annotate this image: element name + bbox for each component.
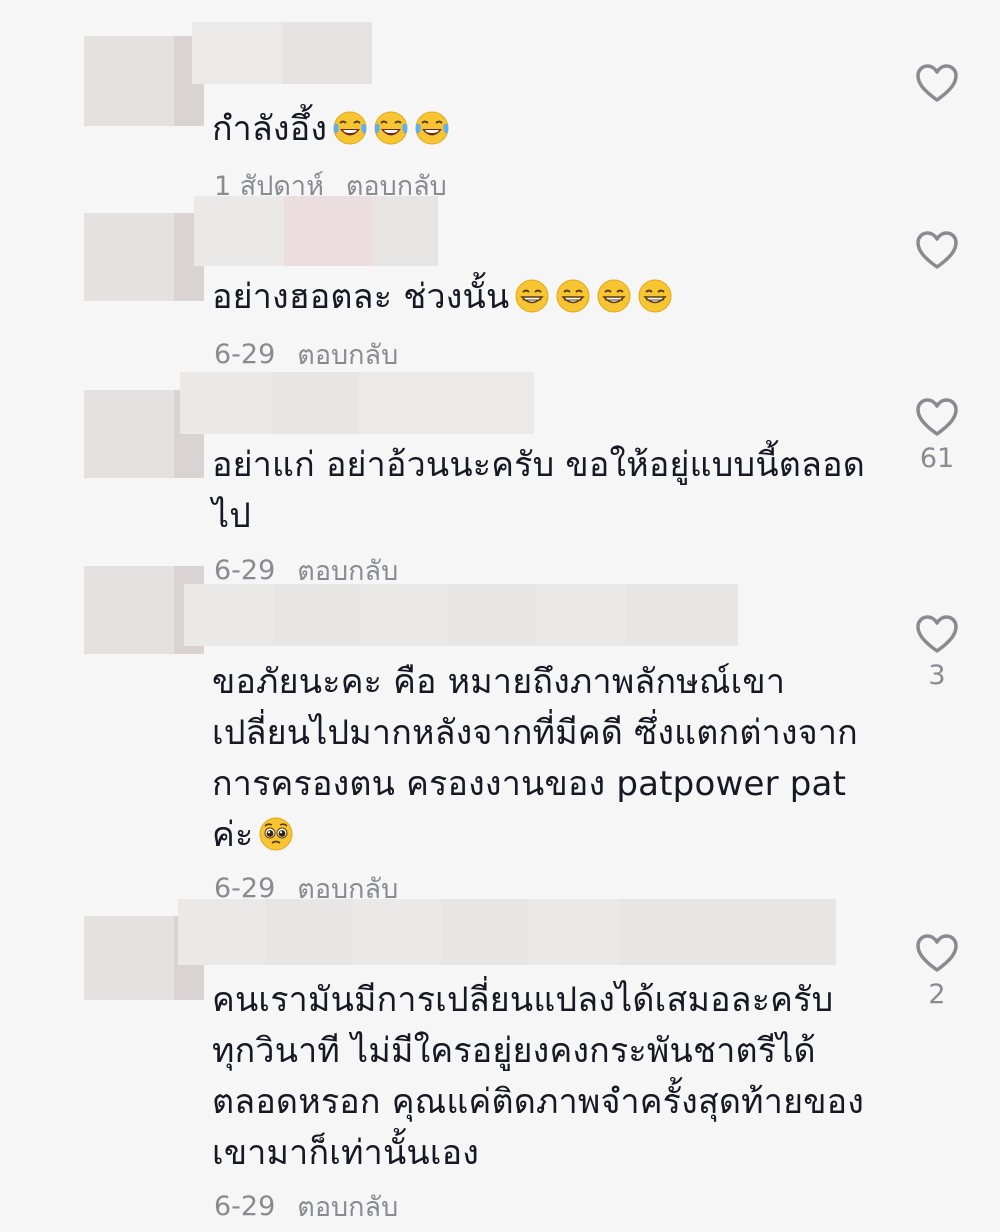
username-blurred[interactable] (184, 584, 738, 646)
comment-meta: 6-29 ตอบกลับ (214, 1185, 398, 1228)
heart-outline-icon[interactable] (915, 397, 959, 437)
pleading-emoji-icon (258, 816, 294, 852)
emoji-row (327, 109, 450, 149)
heart-outline-icon[interactable] (915, 614, 959, 654)
username-blurred[interactable] (192, 22, 372, 84)
reply-button[interactable]: ตอบกลับ (297, 333, 398, 376)
emoji-row (253, 815, 294, 855)
heart-outline-icon[interactable] (915, 230, 959, 270)
heart-outline-icon[interactable] (915, 63, 959, 103)
username-blurred[interactable] (178, 899, 836, 965)
heart-outline-icon[interactable] (915, 933, 959, 973)
like-button[interactable]: 2 (908, 933, 966, 1010)
like-button[interactable] (908, 63, 966, 109)
comment-text: ขอภัยนะคะ คือ หมายถึงภาพลักษณ์เขา เปลี่ย… (212, 662, 858, 855)
avatar[interactable] (84, 36, 204, 126)
grin-emoji-icon (555, 278, 591, 314)
laugh-cry-emoji-icon (332, 110, 368, 146)
comment-text: คนเรามันมีการเปลี่ยนแปลงได้เสมอละครับ ทุ… (212, 980, 865, 1173)
laugh-cry-emoji-icon (373, 110, 409, 146)
like-button[interactable]: 3 (908, 614, 966, 691)
username-blurred[interactable] (194, 196, 438, 266)
comment-time: 6-29 (214, 339, 276, 370)
like-count: 61 (919, 443, 955, 474)
like-button[interactable] (908, 230, 966, 276)
comment-text: อย่าแก่ อย่าอ้วนนะครับ ขอให้อยู่แบบนี้ตล… (212, 445, 865, 536)
comment-text: อย่างฮอตละ ช่วงนั้น (212, 272, 872, 323)
avatar[interactable] (84, 213, 204, 301)
reply-button[interactable]: ตอบกลับ (297, 1185, 398, 1228)
laugh-cry-emoji-icon (414, 110, 450, 146)
grin-emoji-icon (637, 278, 673, 314)
like-count: 3 (928, 660, 946, 691)
comment-time: 6-29 (214, 1191, 276, 1222)
grin-emoji-icon (596, 278, 632, 314)
comment-text: กำลังอึ้ง (212, 104, 872, 155)
comment-time: 6-29 (214, 555, 276, 586)
emoji-row (509, 277, 673, 317)
username-blurred[interactable] (180, 372, 534, 434)
comment-meta: 6-29 ตอบกลับ (214, 333, 398, 376)
like-button[interactable]: 61 (908, 397, 966, 474)
like-count: 2 (928, 979, 946, 1010)
grin-emoji-icon (514, 278, 550, 314)
